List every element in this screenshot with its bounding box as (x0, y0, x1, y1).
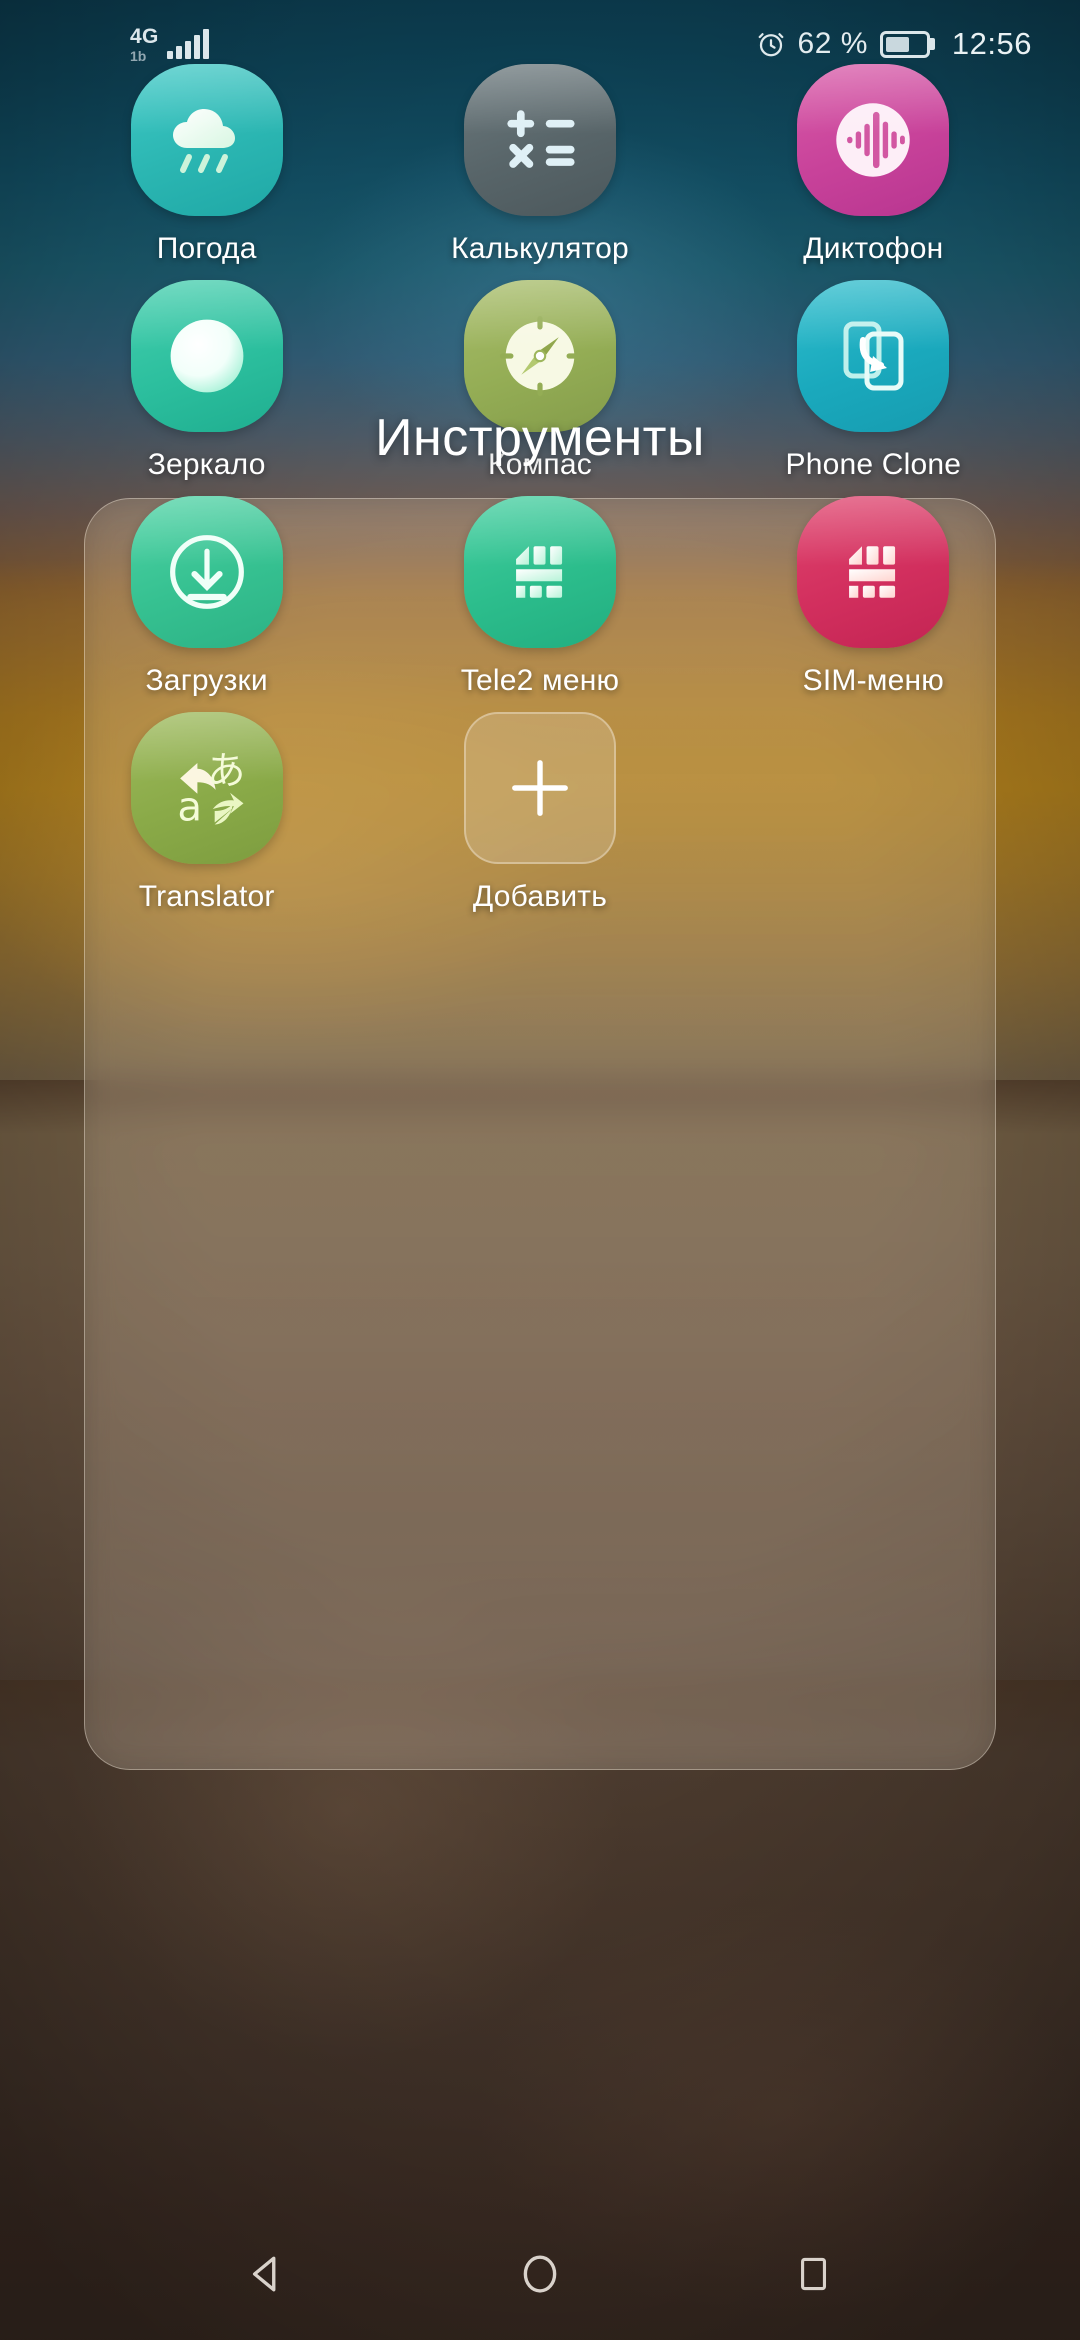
app-item-sim-menu[interactable]: SIM-меню (707, 496, 1040, 712)
app-grid: Погода Калькулятор Диктофон Зеркало Комп… (0, 0, 1080, 2340)
app-item-recorder[interactable]: Диктофон (707, 64, 1040, 280)
network-type-label: 4G (130, 24, 159, 48)
app-item-tele2-menu[interactable]: Tele2 меню (373, 496, 706, 712)
translate-icon: あ a (130, 712, 283, 864)
download-arrow-icon (130, 496, 283, 648)
svg-text:あ: あ (207, 749, 245, 794)
status-bar-clock: 12:56 (951, 26, 1032, 61)
app-label: Диктофон (803, 232, 944, 265)
app-item-translator[interactable]: あ a Translator (40, 712, 373, 928)
recents-square-icon (788, 2249, 838, 2304)
recents-button[interactable] (759, 2222, 867, 2330)
back-button[interactable] (213, 2222, 321, 2330)
network-sub-label: 1b (130, 47, 147, 64)
app-label: Translator (138, 880, 275, 913)
svg-text:a: a (177, 784, 202, 831)
status-bar-right: 62 % 12:56 (756, 26, 1032, 62)
sim-card-icon (463, 496, 616, 648)
status-bar-left: 4G 1b (130, 26, 209, 63)
alarm-clock-icon (756, 29, 786, 59)
navigation-bar (0, 2212, 1080, 2340)
app-label: SIM-меню (802, 664, 944, 697)
battery-icon (879, 30, 930, 58)
sim-card-icon (797, 496, 950, 648)
folder-title: Инструменты (375, 409, 705, 467)
back-triangle-icon (240, 2247, 294, 2306)
app-item-downloads[interactable]: Загрузки (40, 496, 373, 712)
app-label: Добавить (472, 880, 608, 913)
status-bar: 4G 1b 62 % 12:56 (0, 0, 1080, 88)
app-label: Калькулятор (451, 232, 629, 265)
battery-percent-label: 62 % (797, 27, 868, 60)
app-label: Погода (156, 232, 257, 265)
app-label: Tele2 меню (460, 664, 620, 697)
app-item-calculator[interactable]: Калькулятор (373, 64, 706, 280)
app-item-add[interactable]: Добавить (373, 712, 706, 928)
home-button[interactable] (486, 2222, 594, 2330)
plus-icon (463, 712, 616, 864)
signal-bars-icon (166, 29, 209, 59)
app-label: Загрузки (145, 664, 268, 697)
home-circle-icon (513, 2247, 567, 2306)
battery-fill (885, 36, 910, 52)
app-item-weather[interactable]: Погода (40, 64, 373, 280)
network-indicator: 4G 1b (130, 26, 159, 63)
